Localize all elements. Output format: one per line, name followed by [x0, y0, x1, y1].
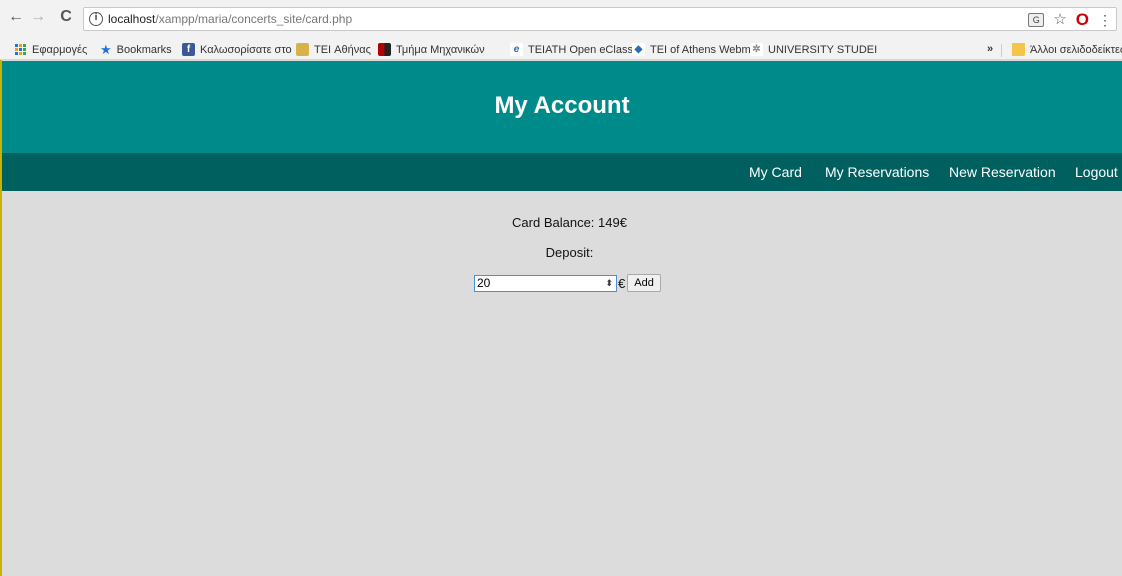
bookmark-label: TEI Αθήνας — [314, 43, 371, 56]
facebook-icon: f — [182, 43, 195, 56]
bookmark-label: Εφαρμογές — [32, 43, 88, 56]
url-host: localhost — [108, 12, 156, 26]
bookmark-facebook[interactable]: f Καλωσορίσατε στο — [182, 43, 292, 56]
bookmark-university[interactable]: ✲ UNIVERSITY STUDEI — [750, 43, 877, 56]
card-balance: Card Balance: 149€ — [512, 215, 627, 230]
site-nav: My Card My Reservations New Reservation … — [2, 153, 1122, 191]
tei-icon — [296, 43, 309, 56]
folder-icon — [1012, 43, 1025, 56]
nav-link-new-reservation[interactable]: New Reservation — [949, 164, 1056, 180]
bookmark-label: UNIVERSITY STUDEI — [768, 43, 878, 56]
add-deposit-button[interactable]: Add — [627, 274, 661, 292]
deposit-label: Deposit: — [545, 245, 594, 260]
eclass-icon: e — [510, 43, 523, 56]
translate-icon[interactable]: G — [1028, 13, 1045, 27]
bookmark-eclass[interactable]: e TEIATH Open eClass — [510, 43, 633, 56]
address-bar-actions: G ☆ O ⋮ — [1028, 10, 1112, 30]
bookmark-department[interactable]: Τμήμα Μηχανικών — [378, 43, 485, 56]
bookmark-label: Άλλοι σελιδοδείκτες — [1030, 43, 1122, 56]
currency-symbol: € — [618, 275, 626, 291]
bookmark-other-folder[interactable]: Άλλοι σελιδοδείκτες — [1012, 43, 1122, 56]
webmail-icon: ◆ — [632, 43, 645, 56]
university-icon: ✲ — [750, 43, 763, 56]
bookmarks-divider — [1001, 44, 1002, 57]
url-path: /xampp/maria/concerts_site/card.php — [155, 12, 353, 26]
menu-icon[interactable]: ⋮ — [1098, 12, 1112, 28]
bookmark-star-icon[interactable]: ☆ — [1053, 12, 1066, 28]
browser-window: ← → C i localhost/xampp/maria/concerts_s… — [0, 0, 1122, 576]
url-text[interactable]: localhost/xampp/maria/concerts_site/card… — [108, 12, 352, 26]
bookmark-label: TEI of Athens Webm — [650, 43, 751, 56]
number-spinner-icon[interactable]: ⬍ — [605, 277, 613, 290]
browser-toolbar: ← → C i localhost/xampp/maria/concerts_s… — [0, 0, 1122, 40]
bookmark-bookmarks[interactable]: ★ Bookmarks — [100, 43, 172, 56]
bookmark-label: Τμήμα Μηχανικών — [396, 43, 485, 56]
department-icon — [378, 43, 391, 56]
bookmark-label: Καλωσορίσατε στο — [200, 43, 292, 56]
bookmark-tei-athens[interactable]: TEI Αθήνας — [296, 43, 371, 56]
back-icon[interactable]: ← — [6, 6, 26, 30]
bookmark-label: TEIATH Open eClass — [528, 43, 633, 56]
site-header: My Account — [2, 61, 1122, 153]
nav-link-logout[interactable]: Logout — [1075, 164, 1118, 180]
bookmark-webmail[interactable]: ◆ TEI of Athens Webm — [632, 43, 751, 56]
deposit-form: 20 ⬍ € Add — [474, 273, 661, 293]
deposit-amount-value: 20 — [477, 275, 491, 290]
bookmarks-overflow-icon[interactable]: » — [987, 43, 993, 55]
card-content: Card Balance: 149€ Deposit: 20 ⬍ € Add — [2, 191, 1122, 576]
star-icon: ★ — [100, 42, 112, 57]
nav-link-my-card[interactable]: My Card — [749, 164, 802, 180]
bookmark-label: Bookmarks — [116, 43, 172, 56]
info-icon[interactable]: i — [89, 12, 103, 26]
nav-link-my-reservations[interactable]: My Reservations — [825, 164, 929, 180]
address-bar[interactable]: i localhost/xampp/maria/concerts_site/ca… — [83, 7, 1117, 31]
opera-icon[interactable]: O — [1076, 11, 1089, 28]
reload-icon[interactable]: C — [56, 6, 76, 30]
bookmarks-bar: Εφαρμογές ★ Bookmarks f Καλωσορίσατε στο… — [0, 40, 1122, 60]
bookmark-apps[interactable]: Εφαρμογές — [14, 43, 87, 56]
page-title: My Account — [494, 92, 630, 119]
apps-icon — [14, 43, 27, 56]
deposit-amount-input[interactable]: 20 ⬍ — [474, 274, 617, 292]
forward-icon[interactable]: → — [28, 6, 48, 30]
